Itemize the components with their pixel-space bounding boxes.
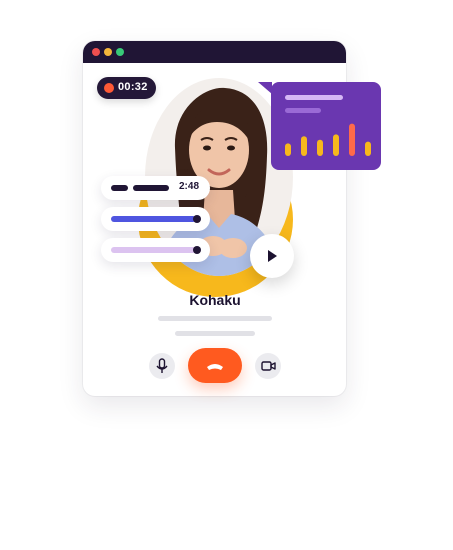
stage: 00:32 2:48 Kohaku xyxy=(0,0,453,550)
maximize-window-button[interactable] xyxy=(116,48,124,56)
phone-hangup-icon xyxy=(207,364,223,370)
voice-stats-card xyxy=(271,82,381,170)
audio-player-stack: 2:48 xyxy=(101,176,210,262)
audio-duration: 2:48 xyxy=(179,181,200,192)
contact-detail-placeholder xyxy=(158,316,272,321)
waveform-segment xyxy=(111,185,128,191)
stats-bar xyxy=(333,134,339,156)
minimize-window-button[interactable] xyxy=(104,48,112,56)
stats-bar xyxy=(365,141,371,156)
audio-progress-row[interactable] xyxy=(101,238,210,262)
stats-card-tail xyxy=(258,82,272,94)
end-call-button[interactable] xyxy=(188,348,242,383)
recording-dot-icon xyxy=(104,83,114,93)
microphone-icon xyxy=(156,358,168,373)
audio-progress-track xyxy=(111,247,196,253)
play-icon xyxy=(268,250,277,262)
contact-detail-placeholder xyxy=(175,331,255,336)
call-timer-badge: 00:32 xyxy=(97,77,156,99)
audio-progress-knob[interactable] xyxy=(193,215,201,223)
window-titlebar xyxy=(83,41,346,63)
play-button[interactable] xyxy=(250,234,294,278)
audio-message-row[interactable]: 2:48 xyxy=(101,176,210,200)
mute-button[interactable] xyxy=(149,353,175,379)
video-toggle-button[interactable] xyxy=(255,353,281,379)
stats-bar-chart xyxy=(285,123,371,156)
audio-progress-knob[interactable] xyxy=(193,246,201,254)
stats-bar xyxy=(301,136,307,156)
close-window-button[interactable] xyxy=(92,48,100,56)
audio-progress-track xyxy=(111,216,196,222)
audio-progress-row[interactable] xyxy=(101,207,210,231)
waveform-segment xyxy=(133,185,169,191)
stats-bar xyxy=(285,143,291,156)
stats-bar xyxy=(317,139,323,156)
contact-name: Kohaku xyxy=(189,292,241,308)
stats-bar xyxy=(349,123,355,156)
call-timer: 00:32 xyxy=(118,81,148,93)
video-camera-icon xyxy=(261,361,276,371)
